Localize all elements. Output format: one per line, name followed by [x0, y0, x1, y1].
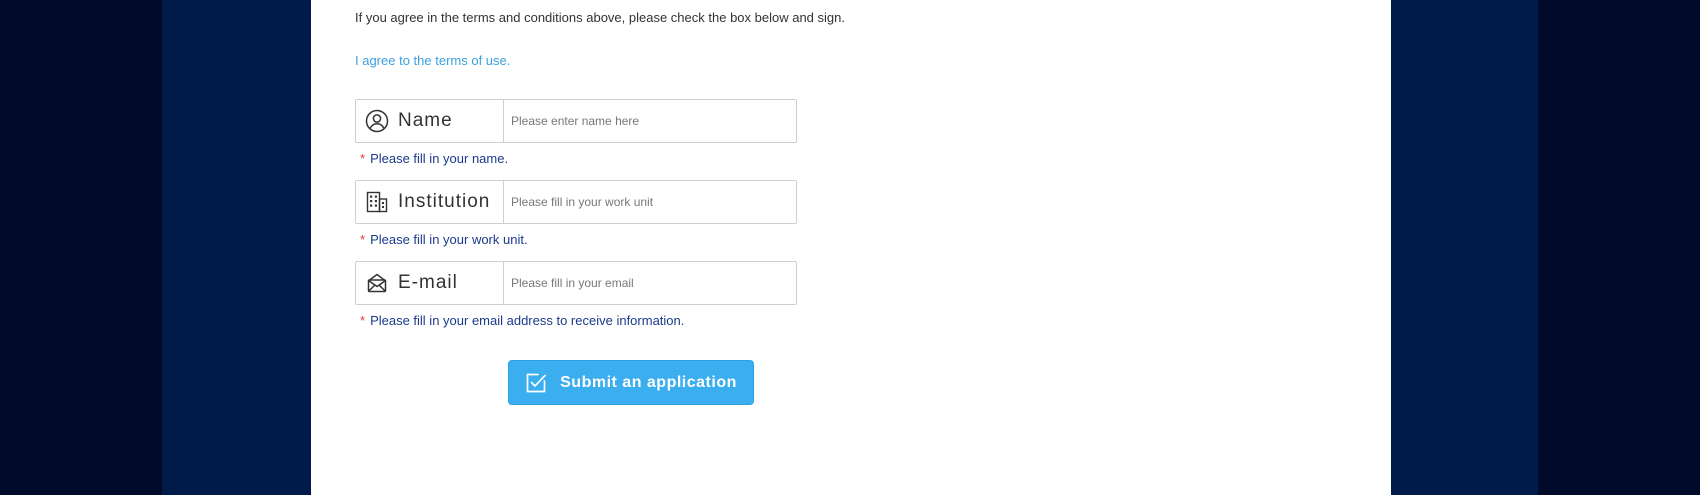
email-field-label: E-mail	[356, 262, 504, 304]
envelope-icon	[365, 271, 389, 295]
name-field-row: Name	[355, 99, 797, 143]
name-field-label: Name	[356, 100, 504, 142]
name-label: Name	[398, 110, 453, 131]
name-hint-text: Please fill in your name.	[370, 151, 509, 166]
required-star: *	[360, 151, 366, 166]
email-label: E-mail	[398, 272, 458, 293]
background-outer-right	[1538, 0, 1700, 495]
institution-input[interactable]	[504, 181, 796, 223]
terms-intro-text: If you agree in the terms and conditions…	[355, 10, 845, 25]
background-outer-left	[0, 0, 162, 495]
name-hint: * Please fill in your name.	[360, 151, 508, 166]
email-hint: * Please fill in your email address to re…	[360, 313, 684, 328]
institution-field-row: Institution	[355, 180, 797, 224]
name-input[interactable]	[504, 100, 796, 142]
email-hint-text: Please fill in your email address to rec…	[370, 313, 685, 328]
building-icon	[365, 190, 389, 214]
email-field-row: E-mail	[355, 261, 797, 305]
institution-field-label: Institution	[356, 181, 504, 223]
institution-hint-text: Please fill in your work unit.	[370, 232, 528, 247]
institution-label: Institution	[398, 191, 491, 212]
agree-terms-link[interactable]: I agree to the terms of use.	[355, 53, 510, 68]
submit-application-button[interactable]: Submit an application	[508, 360, 754, 405]
email-input[interactable]	[504, 262, 796, 304]
required-star: *	[360, 232, 366, 247]
institution-hint: * Please fill in your work unit.	[360, 232, 528, 247]
required-star: *	[360, 313, 366, 328]
user-circle-icon	[365, 109, 389, 133]
application-panel: If you agree in the terms and conditions…	[311, 0, 1391, 495]
submit-button-label: Submit an application	[560, 373, 737, 391]
checkbox-edit-icon	[525, 372, 547, 394]
